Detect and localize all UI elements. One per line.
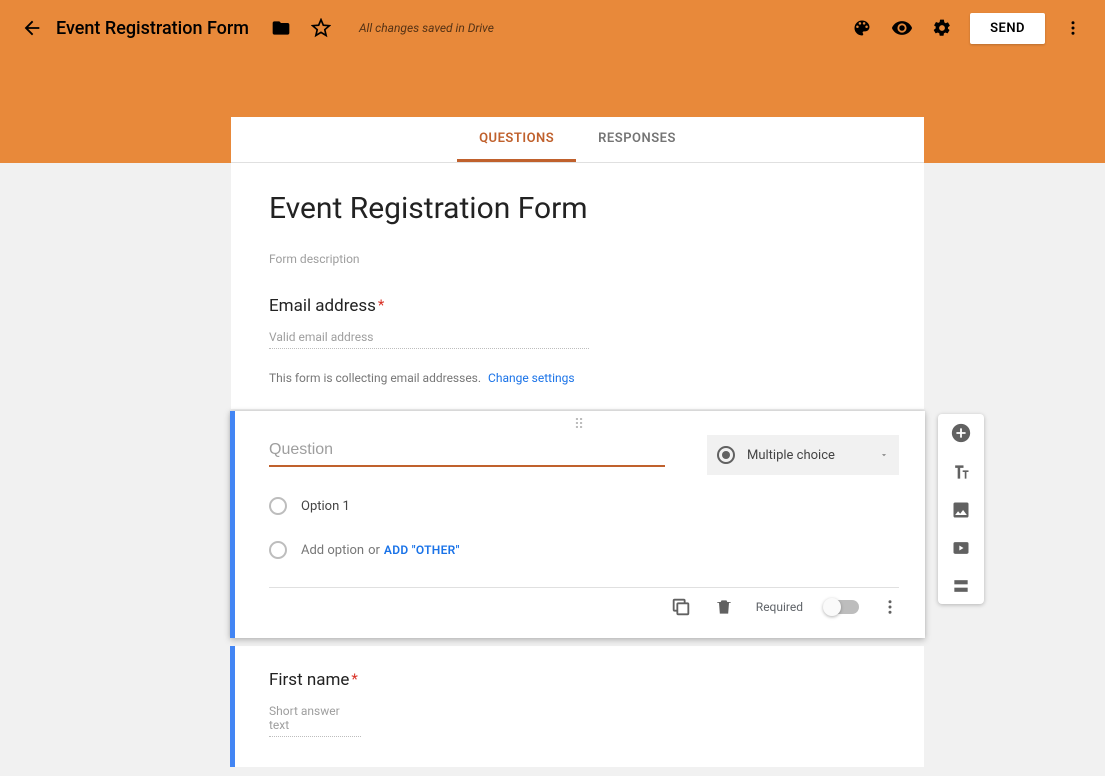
settings-gear-icon[interactable] xyxy=(922,8,962,48)
palette-icon[interactable] xyxy=(842,8,882,48)
preview-eye-icon[interactable] xyxy=(882,8,922,48)
add-image-icon[interactable] xyxy=(951,500,971,520)
question-card-first-name[interactable]: First name* Short answer text xyxy=(230,646,924,767)
short-answer-preview: Short answer text xyxy=(269,704,361,737)
tab-questions[interactable]: QUESTIONS xyxy=(457,117,576,162)
option-row-1[interactable]: Option 1 xyxy=(269,497,899,515)
add-video-icon[interactable] xyxy=(951,538,971,558)
required-label: Required xyxy=(756,600,803,614)
back-arrow-icon[interactable] xyxy=(12,8,52,48)
active-question-card: ⠿ Multiple choice Option 1 Add option or… xyxy=(230,411,925,638)
doc-title[interactable]: Event Registration Form xyxy=(56,18,249,39)
first-name-label: First name xyxy=(269,670,349,690)
add-option-button[interactable]: Add option xyxy=(301,543,364,558)
required-star: * xyxy=(351,670,357,688)
required-star: * xyxy=(378,296,384,314)
question-type-dropdown[interactable]: Multiple choice xyxy=(707,435,899,475)
drag-handle-icon[interactable]: ⠿ xyxy=(574,417,586,433)
question-title-input[interactable] xyxy=(269,435,665,467)
add-question-icon[interactable] xyxy=(950,422,972,444)
folder-icon[interactable] xyxy=(261,8,301,48)
form-description[interactable]: Form description xyxy=(269,252,886,266)
chevron-down-icon xyxy=(879,450,889,460)
form-editor: QUESTIONS RESPONSES Event Registration F… xyxy=(231,117,924,767)
question-type-label: Multiple choice xyxy=(747,448,835,463)
option-1-label: Option 1 xyxy=(301,499,350,514)
duplicate-icon[interactable] xyxy=(670,596,692,618)
save-status: All changes saved in Drive xyxy=(359,21,494,35)
add-title-icon[interactable] xyxy=(951,462,971,482)
change-settings-link[interactable]: Change settings xyxy=(488,371,575,385)
star-icon[interactable] xyxy=(301,8,341,48)
radio-icon xyxy=(717,446,735,464)
side-toolbar xyxy=(938,414,984,604)
add-section-icon[interactable] xyxy=(951,576,971,596)
email-collect-note: This form is collecting email addresses.… xyxy=(269,371,886,399)
radio-empty-icon xyxy=(269,497,287,515)
top-toolbar: Event Registration Form All changes save… xyxy=(0,0,1105,56)
form-title[interactable]: Event Registration Form xyxy=(269,191,886,226)
send-button[interactable]: SEND xyxy=(970,13,1045,44)
add-other-button[interactable]: ADD "OTHER" xyxy=(384,543,460,557)
question-overflow-icon[interactable] xyxy=(881,598,899,616)
tab-responses[interactable]: RESPONSES xyxy=(576,117,698,162)
or-separator: or xyxy=(368,543,380,558)
radio-empty-icon xyxy=(269,541,287,559)
form-header-card: Event Registration Form Form description… xyxy=(231,163,924,409)
required-toggle[interactable] xyxy=(825,600,859,614)
overflow-menu-icon[interactable] xyxy=(1053,8,1093,48)
delete-icon[interactable] xyxy=(714,597,734,617)
question-footer: Required xyxy=(269,587,899,628)
email-input-preview: Valid email address xyxy=(269,330,589,349)
add-option-row: Add option or ADD "OTHER" xyxy=(269,541,899,559)
email-label: Email address xyxy=(269,296,376,316)
tab-bar: QUESTIONS RESPONSES xyxy=(231,117,924,163)
